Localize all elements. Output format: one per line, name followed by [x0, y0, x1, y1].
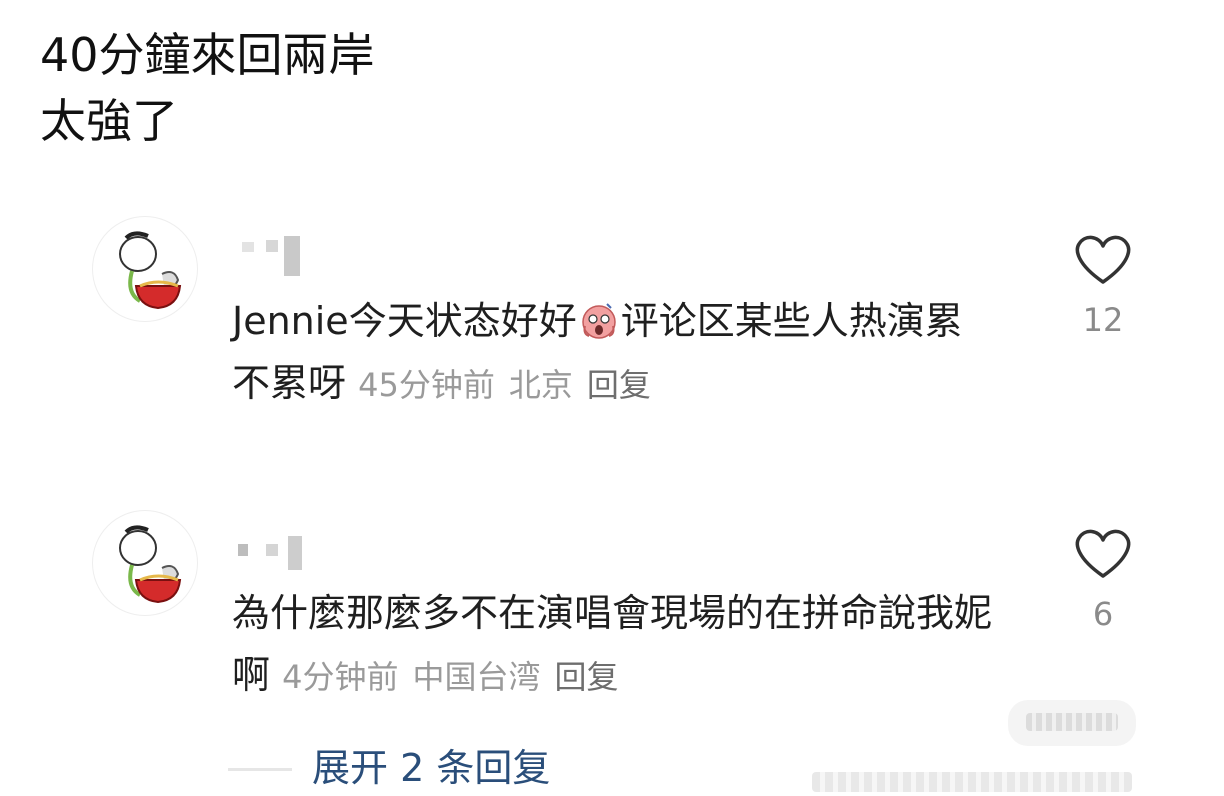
post-text: 40分鐘來回兩岸 太強了 [40, 22, 375, 154]
like-count: 6 [1092, 595, 1114, 633]
like-area: 6 [1068, 526, 1138, 634]
comment-location: 中国台湾 [412, 658, 541, 696]
divider [228, 768, 292, 771]
reply-button[interactable]: 回复 [587, 366, 651, 404]
username-blurred[interactable] [236, 234, 308, 276]
comment-meta: 45分钟前 北京 回复 [358, 366, 651, 404]
reply-button[interactable]: 回复 [555, 658, 619, 696]
comment-meta: 4分钟前 中国台湾 回复 [282, 658, 618, 696]
comment-time: 4分钟前 [282, 658, 399, 696]
post-text-line-1: 40分鐘來回兩岸 [40, 28, 375, 82]
watermark-id [812, 772, 1132, 792]
like-count: 12 [1082, 301, 1124, 339]
expand-replies-button[interactable]: 展开 2 条回复 [312, 740, 550, 796]
comment-location: 北京 [508, 366, 573, 404]
heart-outline-icon[interactable] [1073, 232, 1133, 286]
comment-body: Jennie今天状态好好 评论区某些人热演累不累呀 45分钟前 北京 回复 [232, 290, 992, 416]
avatar[interactable] [92, 510, 198, 616]
like-area: 12 [1068, 232, 1138, 340]
avatar[interactable] [92, 216, 198, 322]
comment-time: 45分钟前 [358, 366, 495, 404]
post-text-line-2: 太強了 [40, 94, 178, 148]
scream-emoji-icon [581, 303, 616, 339]
username-blurred[interactable] [236, 528, 308, 570]
watermark-logo [1008, 700, 1136, 746]
cartoon-avatar-icon [119, 231, 182, 310]
heart-outline-icon[interactable] [1073, 526, 1133, 580]
comment-text-part1: Jennie今天状态好好 [232, 299, 577, 343]
comment-body: 為什麼那麼多不在演唱會現場的在拼命說我妮啊 4分钟前 中国台湾 回复 [232, 582, 992, 708]
cartoon-avatar-icon [119, 525, 182, 604]
